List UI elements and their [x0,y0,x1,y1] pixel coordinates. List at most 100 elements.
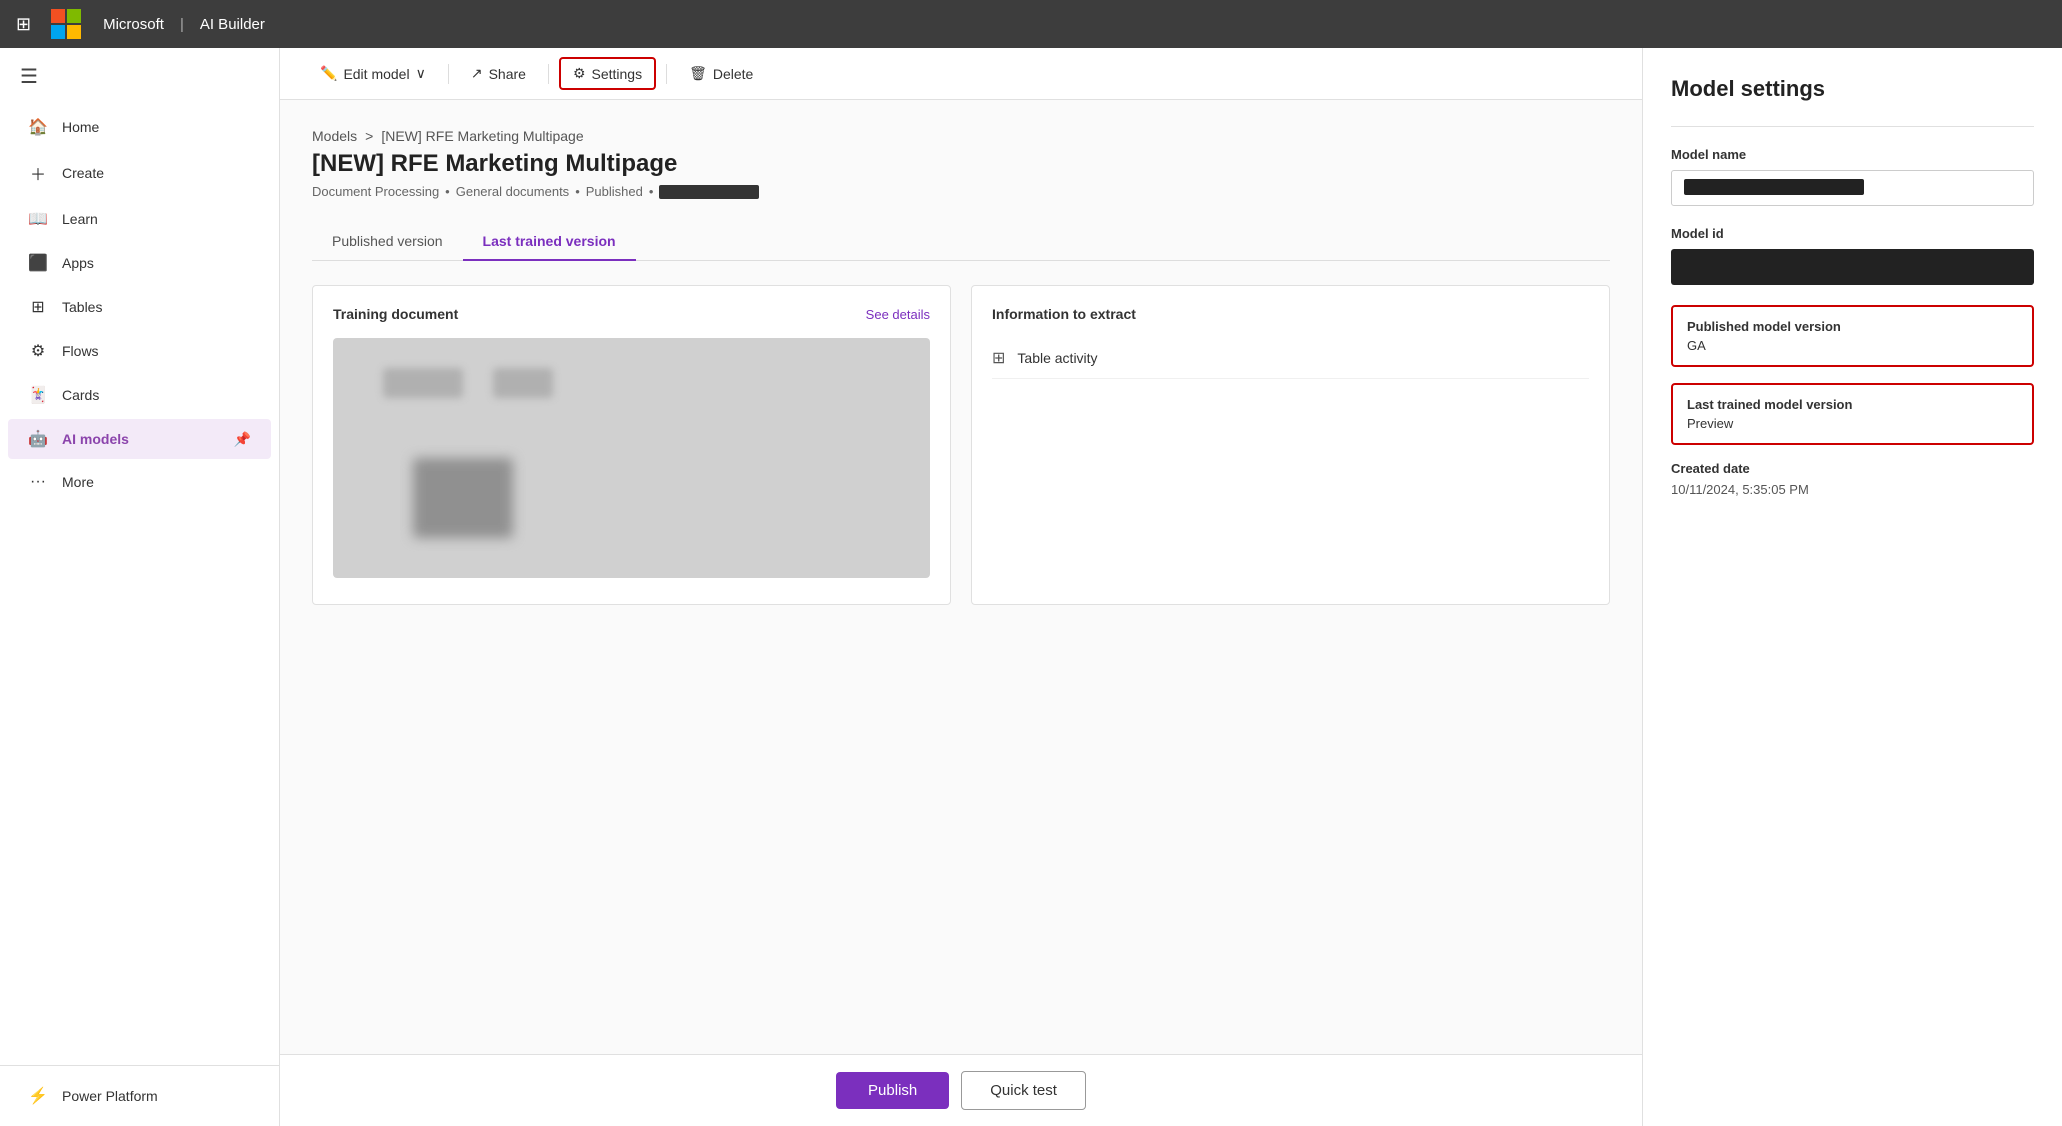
info-card-header: Information to extract [992,306,1589,322]
sidebar-item-home[interactable]: 🏠 Home [8,107,271,147]
share-icon: ↗ [471,65,483,82]
training-card-header: Training document See details [333,306,930,322]
sidebar-item-create-label: Create [62,165,104,181]
sidebar-item-create[interactable]: ＋ Create [8,151,271,195]
page-meta: Document Processing • General documents … [312,184,1610,199]
sidebar: ☰ 🏠 Home ＋ Create 📖 Learn ⬛ Apps ⊞ Table… [0,48,280,1126]
toolbar-sep3 [666,64,667,84]
topbar-company: Microsoft [103,16,164,33]
sidebar-item-apps-label: Apps [62,255,94,271]
quick-test-button[interactable]: Quick test [961,1071,1086,1110]
meta-sep2: • [575,184,580,199]
create-icon: ＋ [28,161,48,185]
content-area: Models > [NEW] RFE Marketing Multipage [… [280,100,1642,1054]
learn-icon: 📖 [28,209,48,229]
last-trained-value: Preview [1687,416,2018,431]
edit-chevron: ∨ [416,65,426,82]
meta-redacted [659,185,759,199]
sidebar-item-home-label: Home [62,119,99,135]
settings-button[interactable]: ⚙ Settings [559,57,656,90]
topbar: ⊞ Microsoft | AI Builder [0,0,2062,48]
meta-status: Published [586,184,643,199]
model-id-redacted [1683,259,2022,275]
sidebar-item-flows[interactable]: ⚙ Flows [8,331,271,371]
sidebar-item-apps[interactable]: ⬛ Apps [8,243,271,283]
info-item-table-activity: ⊞ Table activity [992,338,1589,379]
see-details-link[interactable]: See details [866,307,930,322]
breadcrumb-parent[interactable]: Models [312,128,357,144]
published-version-section: Published model version GA [1671,305,2034,367]
table-icon: ⊞ [992,348,1005,368]
ms-logo [51,9,81,39]
share-label: Share [489,66,526,82]
main-content: ✏️ Edit model ∨ ↗ Share ⚙ Settings 🗑 Del… [280,48,1642,1126]
meta-sep1: • [445,184,450,199]
model-id-label: Model id [1671,226,2034,241]
info-item-label: Table activity [1017,350,1097,366]
more-icon: ··· [28,473,48,491]
sidebar-item-tables[interactable]: ⊞ Tables [8,287,271,327]
model-name-redacted [1684,179,1864,195]
sidebar-item-learn-label: Learn [62,211,98,227]
cards-icon: 🃏 [28,385,48,405]
apps-icon: ⬛ [28,253,48,273]
sidebar-item-tables-label: Tables [62,299,102,315]
sidebar-item-cards-label: Cards [62,387,99,403]
share-button[interactable]: ↗ Share [459,59,538,88]
training-card-title: Training document [333,306,458,322]
blur-shape-3 [413,458,513,538]
meta-doc-kind: General documents [456,184,569,199]
tables-icon: ⊞ [28,297,48,317]
sidebar-item-ai-models[interactable]: 🤖 AI models 📌 [8,419,271,459]
panel-divider [1671,126,2034,127]
info-extract-card: Information to extract ⊞ Table activity [971,285,1610,605]
breadcrumb: Models > [NEW] RFE Marketing Multipage [312,128,1610,144]
breadcrumb-current: [NEW] RFE Marketing Multipage [381,128,583,144]
breadcrumb-sep: > [365,128,373,144]
tab-last-trained[interactable]: Last trained version [463,223,636,261]
power-platform-icon: ⚡ [28,1086,48,1106]
cards-grid: Training document See details Informatio… [312,285,1610,605]
action-bar: Publish Quick test [280,1054,1642,1126]
sidebar-item-ai-models-label: AI models [62,431,129,447]
topbar-sep: | [180,16,184,33]
toolbar-sep2 [548,64,549,84]
delete-button[interactable]: 🗑 Delete [677,59,765,88]
sidebar-item-flows-label: Flows [62,343,99,359]
last-trained-version-section: Last trained model version Preview [1671,383,2034,445]
meta-sep3: • [649,184,654,199]
sidebar-item-more[interactable]: ··· More [8,463,271,501]
topbar-product: AI Builder [200,16,265,33]
settings-label: Settings [592,66,643,82]
sidebar-item-learn[interactable]: 📖 Learn [8,199,271,239]
edit-icon: ✏️ [320,65,337,82]
page-title: [NEW] RFE Marketing Multipage [312,150,1610,178]
published-version-label: Published model version [1687,319,2018,334]
settings-icon: ⚙ [573,65,586,82]
last-trained-label: Last trained model version [1687,397,2018,412]
meta-doc-type: Document Processing [312,184,439,199]
blur-shape-1 [383,368,463,398]
publish-button[interactable]: Publish [836,1072,949,1109]
delete-icon: 🗑 [689,65,707,82]
training-blurred-preview [333,338,930,578]
ai-models-icon: 🤖 [28,429,48,449]
model-name-box[interactable] [1671,170,2034,206]
published-version-value: GA [1687,338,2018,353]
toolbar: ✏️ Edit model ∨ ↗ Share ⚙ Settings 🗑 Del… [280,48,1642,100]
sidebar-item-cards[interactable]: 🃏 Cards [8,375,271,415]
pin-icon: 📌 [234,431,251,448]
sidebar-toggle[interactable]: ☰ [0,48,279,105]
edit-model-label: Edit model [343,66,409,82]
sidebar-item-power-platform[interactable]: ⚡ Power Platform [8,1076,271,1116]
created-date-label: Created date [1671,461,2034,476]
panel-title: Model settings [1671,76,2034,102]
toolbar-sep1 [448,64,449,84]
home-icon: 🏠 [28,117,48,137]
tab-published[interactable]: Published version [312,223,463,261]
delete-label: Delete [713,66,753,82]
training-document-card: Training document See details [312,285,951,605]
blur-shape-2 [493,368,553,398]
grid-icon[interactable]: ⊞ [16,14,31,35]
edit-model-button[interactable]: ✏️ Edit model ∨ [308,59,438,88]
